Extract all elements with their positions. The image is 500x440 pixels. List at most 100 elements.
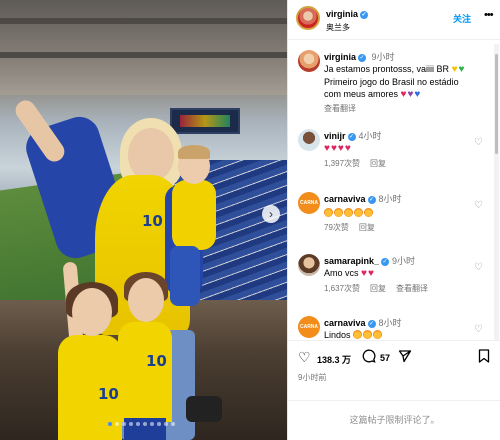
red-heart-icon: ♥ (400, 89, 407, 100)
scrollbar-thumb[interactable] (495, 54, 498, 154)
verified-badge-icon: ✓ (381, 258, 390, 266)
post-header: virginia ✓ 奥兰多 关注 ••• (288, 0, 500, 40)
jersey-number: 10 (98, 385, 119, 403)
carousel-dot (108, 422, 112, 426)
author-avatar[interactable] (296, 6, 320, 30)
stadium-roof (0, 0, 287, 95)
comment-time: 4小时 (358, 131, 382, 141)
carousel-dot (136, 422, 140, 426)
jersey-number: 10 (142, 212, 163, 230)
girl-face (128, 278, 164, 322)
caption-avatar[interactable] (298, 50, 320, 72)
post-actions: ♡ 138.3 万 57 9小时前 (288, 340, 500, 400)
like-count[interactable]: 138.3 万 (317, 353, 351, 366)
comment-likes[interactable]: 1,397次赞 (324, 159, 360, 168)
comment-text: Amo vcs ♥♥ (324, 268, 374, 279)
translate-link[interactable]: 查看翻译 (324, 103, 484, 115)
green-heart-icon: ♥ (458, 64, 465, 75)
comment-time: 9小时 (392, 256, 416, 266)
verified-badge-icon: ✓ (367, 196, 376, 204)
like-comment-icon[interactable]: ♡ (474, 137, 483, 148)
comment-username[interactable]: samarapink_ (324, 256, 379, 266)
heart-eyes-face-icon (344, 208, 353, 217)
stadium-scoreboard (170, 108, 240, 134)
comment-text (324, 207, 484, 219)
caption-text: Ja estamos prontosss, vaiiii BR ♥♥ (324, 64, 465, 75)
comments-scrollbar[interactable] (494, 44, 499, 340)
girl-jersey (118, 322, 172, 422)
comment-bubble-icon[interactable] (362, 349, 376, 366)
red-heart-icon: ♥ (324, 143, 330, 154)
comment-avatar[interactable] (298, 254, 320, 276)
follow-button[interactable]: 关注 (453, 12, 471, 25)
caption-text-line: com meus amores ♥♥♥ (324, 89, 421, 100)
red-heart-icon: ♥ (337, 143, 344, 154)
verified-badge-icon: ✓ (358, 54, 367, 62)
camera-object (186, 396, 222, 422)
boy-hair (178, 145, 210, 159)
blue-heart-icon: ♥ (414, 89, 421, 100)
post-location[interactable]: 奥兰多 (326, 22, 350, 33)
post-photo: 10 10 10 › (0, 0, 287, 440)
comment-avatar[interactable]: CARNA (298, 192, 320, 214)
bookmark-icon[interactable] (478, 349, 490, 366)
reply-button[interactable]: 回复 (370, 284, 386, 293)
comments-list[interactable]: virginia ✓ 9小时 Ja estamos prontosss, vaii… (288, 44, 494, 340)
heart-eyes-face-icon (334, 208, 343, 217)
post-time-ago: 9小时前 (298, 373, 327, 382)
girl-face (72, 288, 112, 336)
heart-eyes-face-icon (353, 330, 363, 339)
red-heart-icon: ♥ (344, 143, 351, 154)
caption-time: 9小时 (371, 52, 395, 62)
carousel-dots (108, 422, 175, 426)
caption-username[interactable]: virginia (324, 52, 356, 62)
comment-time: 8小时 (378, 194, 402, 204)
carousel-next-button[interactable]: › (262, 205, 280, 223)
comment-avatar[interactable]: CARNA (298, 316, 320, 338)
verified-badge-icon: ✓ (347, 133, 356, 141)
red-heart-icon: ♥ (367, 268, 374, 279)
boy-jersey (172, 180, 216, 250)
comment-text: Lindos (324, 329, 484, 340)
chevron-right-icon: › (269, 207, 273, 221)
carousel-dot (115, 422, 119, 426)
comment-username[interactable]: vinijr (324, 131, 346, 141)
share-send-icon[interactable] (398, 349, 412, 366)
like-comment-icon[interactable]: ♡ (474, 324, 483, 335)
post-side-panel: virginia ✓ 奥兰多 关注 ••• virginia ✓ 9小时 Ja es… (287, 0, 500, 440)
carousel-dot (122, 422, 126, 426)
jersey-number: 10 (146, 352, 167, 370)
comment-count[interactable]: 57 (380, 353, 390, 363)
carousel-dot (150, 422, 154, 426)
comment-username[interactable]: carnaviva (324, 194, 366, 204)
heart-eyes-face-icon (364, 208, 373, 217)
more-horizontal-icon[interactable]: ••• (484, 9, 494, 21)
carousel-dot (171, 422, 175, 426)
carousel-dot (157, 422, 161, 426)
verified-badge-icon: ✓ (360, 11, 369, 19)
author-username[interactable]: virginia (326, 9, 358, 19)
yellow-heart-icon: ♥ (451, 64, 458, 75)
woman-face (128, 128, 174, 182)
heart-eyes-face-icon (363, 330, 373, 339)
carousel-dot (143, 422, 147, 426)
comment-time: 8小时 (378, 318, 402, 328)
purple-heart-icon: ♥ (407, 89, 414, 100)
heart-eyes-face-icon (324, 208, 333, 217)
comment-likes[interactable]: 1,637次赞 (324, 284, 360, 293)
comment-username[interactable]: carnaviva (324, 318, 366, 328)
reply-button[interactable]: 回复 (370, 159, 386, 168)
comment-likes[interactable]: 79次赞 (324, 223, 349, 232)
red-heart-icon: ♥ (330, 143, 337, 154)
like-comment-icon[interactable]: ♡ (474, 200, 483, 211)
translate-link[interactable]: 查看翻译 (396, 284, 428, 293)
heart-eyes-face-icon (354, 208, 363, 217)
red-heart-icon: ♥ (361, 268, 367, 279)
carousel-dot (164, 422, 168, 426)
reply-button[interactable]: 回复 (359, 223, 375, 232)
comment-avatar[interactable] (298, 129, 320, 151)
boy-pants (170, 246, 200, 306)
like-heart-icon[interactable]: ♡ (298, 349, 311, 366)
like-comment-icon[interactable]: ♡ (474, 262, 483, 273)
verified-badge-icon: ✓ (367, 320, 376, 328)
